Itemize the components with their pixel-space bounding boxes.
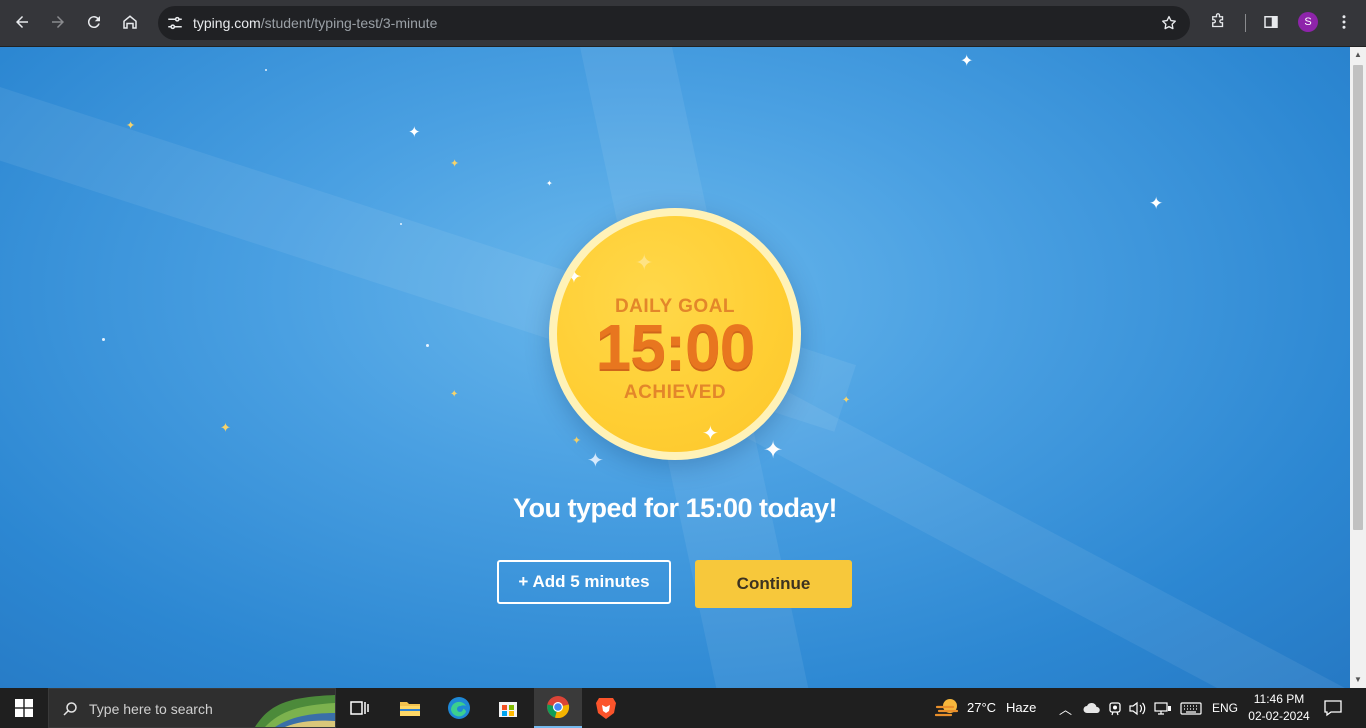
brave-browser-button[interactable] <box>582 688 630 728</box>
extensions-button[interactable] <box>1204 8 1232 36</box>
search-icon <box>63 702 77 716</box>
weather-temperature[interactable]: 27°C <box>967 700 996 715</box>
goal-celebration-page: ✦ ✦ ✦ ✦ ✦ ✦ ✦ ✦ ✦ ✦ ✦ ✦ ✦ ✦ ✦ DAILY GOAL… <box>0 47 1350 688</box>
sparkle-icon: ✦ <box>1149 194 1164 213</box>
star-dot <box>426 344 429 347</box>
store-icon <box>499 702 517 717</box>
arrow-left-icon <box>16 16 28 28</box>
sparkle-icon: ✦ <box>126 120 136 132</box>
arrow-right-icon <box>52 16 64 28</box>
star-dot <box>400 223 402 225</box>
medal-time: 15:00 <box>595 311 756 383</box>
add-5-minutes-button[interactable]: + Add 5 minutes <box>497 560 671 604</box>
sparkle-icon: ✦ <box>220 420 231 435</box>
star-dot <box>102 338 105 341</box>
search-highlight-art <box>255 695 335 727</box>
puzzle-icon <box>1212 13 1224 28</box>
daily-goal-medal: ✦ ✦ ✦ DAILY GOAL 15:00 ACHIEVED <box>549 208 801 460</box>
sparkle-icon: ✦ <box>960 53 974 70</box>
task-view-button[interactable] <box>336 688 384 728</box>
task-view-icon <box>350 701 369 715</box>
sparkle-icon: ✦ <box>702 423 719 445</box>
sparkle-icon: ✦ <box>635 250 654 275</box>
sparkle-icon: ✦ <box>450 158 460 170</box>
home-icon <box>123 15 137 29</box>
notifications-icon[interactable] <box>1324 699 1342 717</box>
reload-icon <box>87 16 100 29</box>
edge-icon <box>448 697 470 719</box>
continue-button[interactable]: Continue <box>695 560 852 608</box>
search-placeholder: Type here to search <box>89 701 213 717</box>
meet-now-icon[interactable] <box>1108 701 1122 716</box>
sparkle-icon: ✦ <box>842 395 851 406</box>
folder-icon <box>400 702 420 716</box>
address-bar[interactable]: typing.com/student/typing-test/3-minute <box>158 6 1190 40</box>
side-panel-icon <box>1264 16 1278 28</box>
home-button[interactable] <box>116 8 144 36</box>
file-explorer-button[interactable] <box>386 688 434 728</box>
page-scrollbar[interactable]: ▲ ▼ <box>1350 47 1366 688</box>
sparkle-icon: ✦ <box>450 389 459 400</box>
goal-headline: You typed for 15:00 today! <box>512 493 838 523</box>
windows-logo-icon <box>15 699 33 717</box>
microsoft-store-button[interactable] <box>484 688 532 728</box>
sparkle-icon: ✦ <box>572 435 582 447</box>
onedrive-cloud-icon[interactable] <box>1083 702 1101 714</box>
taskbar-clock[interactable]: 11:46 PM 02-02-2024 <box>1244 691 1314 725</box>
sparkle-icon: ✦ <box>763 437 784 464</box>
clock-date: 02-02-2024 <box>1248 709 1310 723</box>
back-button[interactable] <box>8 8 36 36</box>
sparkle-icon: ✦ <box>566 267 582 288</box>
site-settings-icon[interactable] <box>166 14 184 32</box>
scroll-up-arrow-icon[interactable]: ▲ <box>1354 51 1362 59</box>
forward-button[interactable] <box>44 8 72 36</box>
profile-avatar[interactable]: S <box>1298 12 1318 32</box>
url-path: /student/typing-test/3-minute <box>260 15 438 31</box>
clock-time: 11:46 PM <box>1253 692 1305 706</box>
weather-haze-icon[interactable] <box>935 697 961 719</box>
scroll-down-arrow-icon[interactable]: ▼ <box>1354 676 1362 684</box>
medal-bottom-label: ACHIEVED <box>623 382 727 403</box>
medal-face: ✦ ✦ ✦ DAILY GOAL 15:00 ACHIEVED <box>557 216 793 452</box>
network-icon[interactable] <box>1154 701 1172 716</box>
keyboard-icon[interactable] <box>1180 702 1202 715</box>
more-vertical-icon <box>1342 15 1346 29</box>
edge-browser-button[interactable] <box>435 688 483 728</box>
sparkle-icon: ✦ <box>408 124 421 141</box>
browser-toolbar: typing.com/student/typing-test/3-minute … <box>0 0 1366 47</box>
scrollbar-thumb[interactable] <box>1353 65 1363 530</box>
taskbar-search[interactable]: Type here to search <box>48 688 336 728</box>
sparkle-icon: ✦ <box>546 179 553 188</box>
side-panel-button[interactable] <box>1257 8 1285 36</box>
reload-button[interactable] <box>80 8 108 36</box>
chevron-up-icon[interactable]: ︿ <box>1059 699 1072 718</box>
chrome-button[interactable] <box>534 688 582 728</box>
volume-icon[interactable] <box>1129 701 1147 716</box>
chrome-icon <box>547 696 570 719</box>
url-text: typing.com/student/typing-test/3-minute <box>193 15 437 31</box>
toolbar-divider <box>1245 14 1246 32</box>
windows-taskbar: Type here to search 27°C Haze ︿ ENG 11:4… <box>0 688 1366 728</box>
light-ray <box>731 377 1350 688</box>
browser-menu-button[interactable] <box>1330 8 1358 36</box>
start-button[interactable] <box>0 688 48 728</box>
star-dot <box>265 69 267 71</box>
url-host: typing.com <box>193 15 261 31</box>
language-indicator[interactable]: ENG <box>1212 701 1238 715</box>
brave-lion-icon <box>596 698 616 719</box>
weather-condition[interactable]: Haze <box>1006 700 1036 715</box>
bookmark-star-icon[interactable] <box>1160 14 1178 32</box>
sparkle-icon: ✦ <box>587 450 604 472</box>
